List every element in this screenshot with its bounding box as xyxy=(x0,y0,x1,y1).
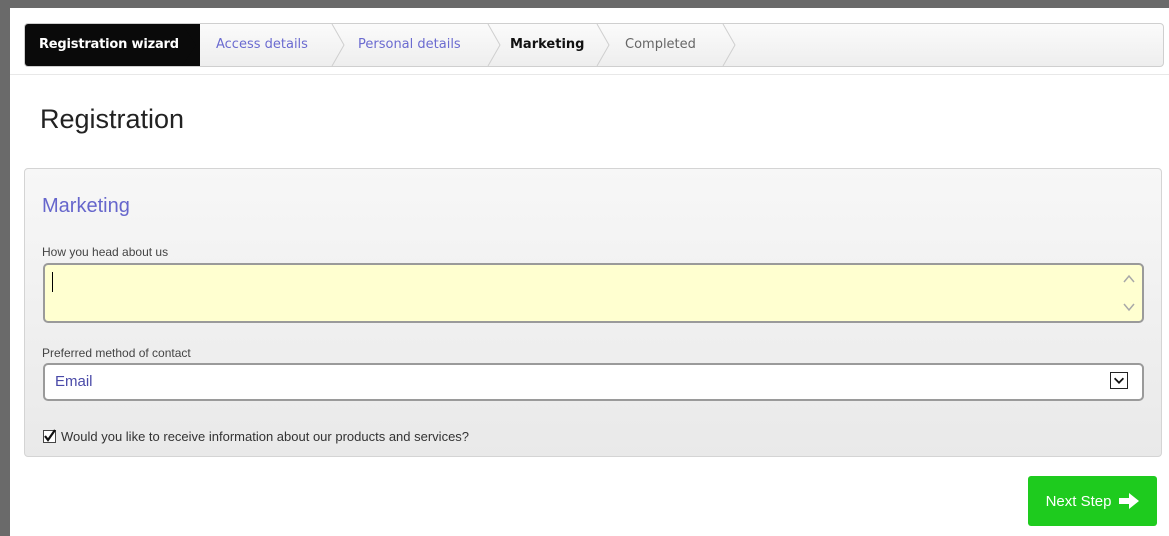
contact-method-label: Preferred method of contact xyxy=(42,346,191,360)
scroll-down-icon[interactable] xyxy=(1122,301,1136,313)
wizard-title-arrow xyxy=(182,24,196,66)
arrow-right-icon xyxy=(1119,493,1140,509)
checkmark-icon xyxy=(44,429,56,442)
text-caret xyxy=(52,272,53,292)
page: Registration wizard Access details Perso… xyxy=(10,8,1169,536)
page-title: Registration xyxy=(40,104,185,134)
window-frame-top xyxy=(0,0,1169,8)
scroll-up-icon[interactable] xyxy=(1122,273,1136,285)
next-step-button[interactable]: Next Step xyxy=(1028,476,1157,526)
header-divider xyxy=(10,74,1169,75)
contact-method-value: Email xyxy=(55,373,93,390)
heard-about-textarea[interactable] xyxy=(43,263,1144,323)
wizard-step-marketing[interactable]: Marketing xyxy=(510,24,584,66)
heard-about-label: How you head about us xyxy=(42,245,169,259)
marketing-panel: Marketing How you head about us Preferre… xyxy=(24,168,1162,457)
chevron-right-icon xyxy=(487,24,501,66)
wizard-step-personal-details[interactable]: Personal details xyxy=(358,24,461,66)
wizard-breadcrumb: Registration wizard Access details Perso… xyxy=(24,23,1164,67)
wizard-title: Registration wizard xyxy=(25,24,200,66)
chevron-down-icon[interactable] xyxy=(1110,372,1128,389)
chevron-right-icon xyxy=(722,24,736,66)
panel-heading: Marketing xyxy=(42,195,130,217)
wizard-step-completed: Completed xyxy=(625,37,696,52)
wizard-step-access-details[interactable]: Access details xyxy=(216,24,308,66)
window-frame-left xyxy=(0,0,10,536)
next-step-label: Next Step xyxy=(1045,492,1112,510)
consent-checkbox[interactable] xyxy=(43,429,56,443)
consent-label[interactable]: Would you like to receive information ab… xyxy=(61,429,469,444)
chevron-right-icon xyxy=(331,24,345,66)
chevron-right-icon xyxy=(596,24,610,66)
contact-method-select[interactable]: Email xyxy=(43,363,1144,401)
